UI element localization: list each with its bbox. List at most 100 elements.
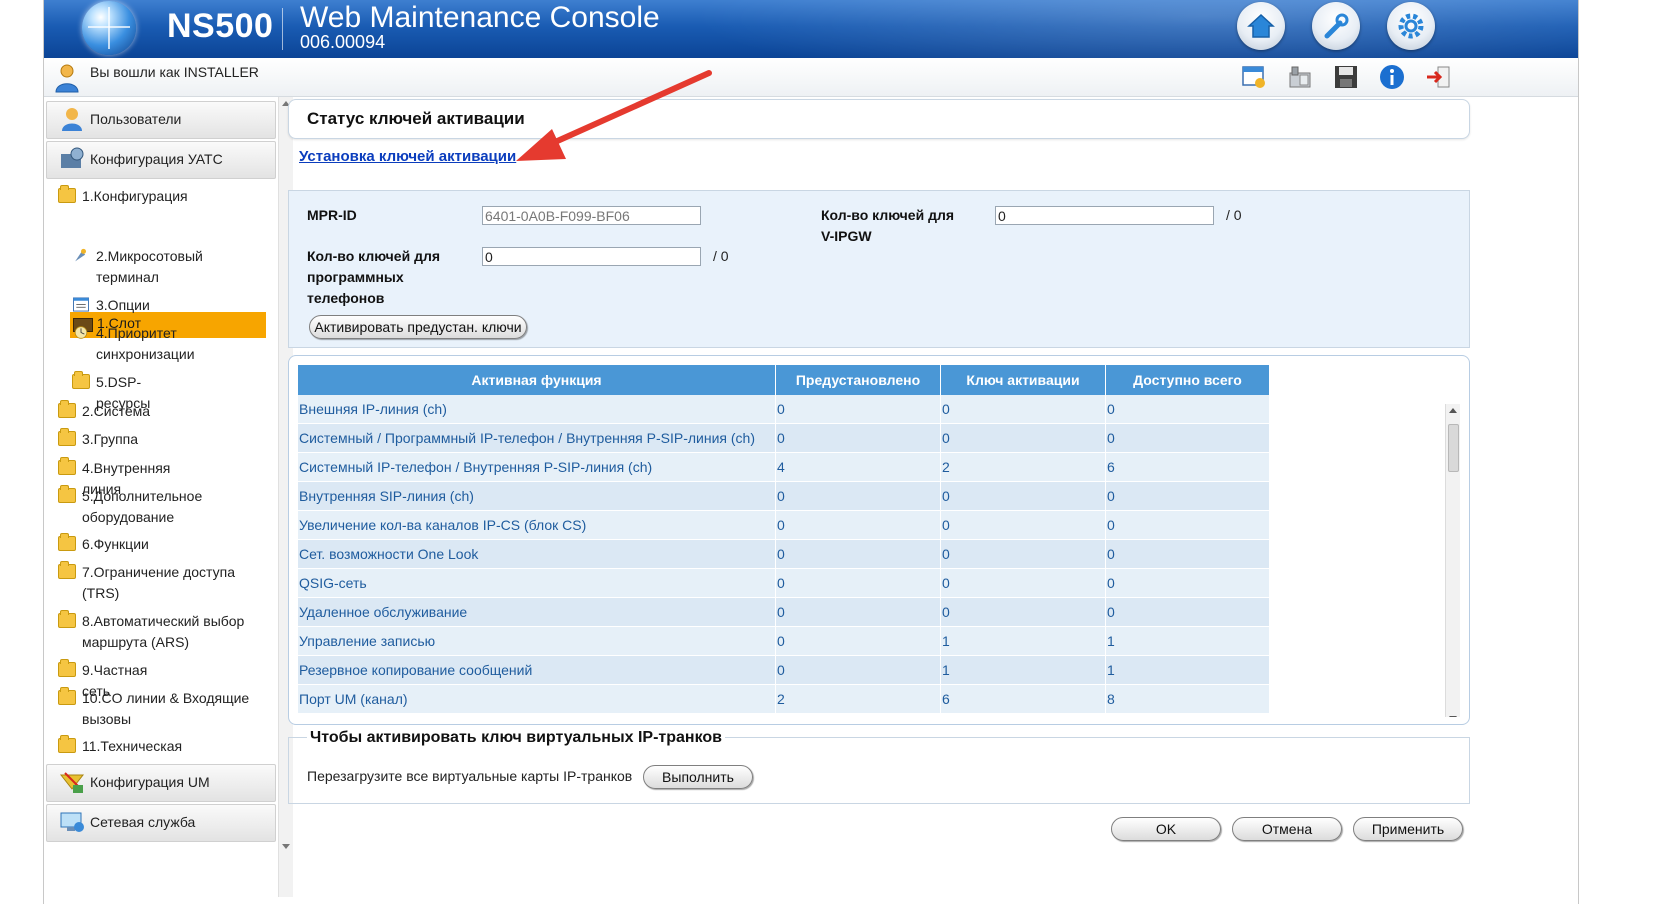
folder-icon	[58, 735, 76, 753]
feature-name-cell: Системный / Программный IP-телефон / Вну…	[298, 423, 776, 453]
activation-info-panel: MPR-ID Кол-во ключей для V-IPGW / 0 Кол-…	[288, 190, 1470, 348]
sidebar-item-label: Пользователи	[90, 111, 182, 127]
table-row[interactable]: Сет. возможности One Look 0 0 0	[298, 539, 1270, 569]
tree-label: 8.Автоматический выбор маршрута (ARS)	[82, 613, 245, 650]
logout-icon[interactable]	[1423, 62, 1453, 92]
value-cell: 0	[940, 568, 1106, 598]
calendar-icon[interactable]	[1239, 62, 1269, 92]
apply-button[interactable]: Применить	[1353, 817, 1463, 841]
table-row[interactable]: Удаленное обслуживание 0 0 0	[298, 597, 1270, 627]
table-row[interactable]: Порт UM (канал) 2 6 8	[298, 684, 1270, 714]
gear-icon[interactable]	[1387, 2, 1435, 50]
network-service-icon	[60, 812, 84, 832]
user-bar: Вы вошли как INSTALLER	[44, 58, 1578, 97]
install-activation-keys-link[interactable]: Установка ключей активации	[299, 148, 516, 165]
value-cell: 0	[775, 539, 941, 569]
table-row[interactable]: Внутренняя SIP-линия (ch) 0 0 0	[298, 481, 1270, 511]
annotation-arrow-icon	[516, 70, 712, 161]
table-row[interactable]: QSIG-сеть 0 0 0	[298, 568, 1270, 598]
save-icon[interactable]	[1331, 62, 1361, 92]
cell-terminal-icon	[75, 248, 86, 262]
value-cell: 0	[940, 481, 1106, 511]
table-row[interactable]: Увеличение кол-ва каналов IP-CS (блок CS…	[298, 510, 1270, 540]
model-name: NS500	[167, 7, 274, 45]
folder-icon	[58, 561, 76, 579]
cancel-button[interactable]: Отмена	[1232, 817, 1342, 841]
tree-label: 1.Конфигурация	[82, 188, 188, 204]
mpr-id-field[interactable]	[482, 206, 701, 225]
um-config-icon	[59, 772, 85, 793]
info-icon[interactable]	[1377, 62, 1407, 92]
table-row[interactable]: Системный IP-телефон / Внутренняя P-SIP-…	[298, 452, 1270, 482]
sidebar-item-network-service[interactable]: Сетевая служба	[46, 804, 276, 842]
user-icon	[55, 64, 79, 93]
folder-icon	[58, 400, 76, 418]
value-cell: 0	[775, 568, 941, 598]
column-header: Доступно всего	[1105, 365, 1270, 395]
soft-phone-suffix: / 0	[713, 248, 729, 264]
sidebar-item-pbx-config[interactable]: Конфигурация УАТС	[46, 141, 276, 179]
folder-icon	[58, 533, 76, 551]
soft-phone-keys-field[interactable]	[482, 247, 701, 266]
sidebar-item-label: Конфигурация UM	[90, 774, 210, 790]
value-cell: 1	[940, 655, 1106, 685]
table-row[interactable]: Управление записью 0 1 1	[298, 626, 1270, 656]
value-cell: 0	[940, 510, 1106, 540]
feature-name-cell: Увеличение кол-ва каналов IP-CS (блок CS…	[298, 510, 776, 540]
sync-icon	[74, 326, 88, 339]
table-row[interactable]: Внешняя IP-линия (ch) 0 0 0	[298, 395, 1270, 424]
vipgw-suffix: / 0	[1226, 207, 1242, 223]
tree-label: 3.Опции	[96, 297, 150, 313]
app-version: 006.00094	[300, 32, 386, 52]
activate-preinstalled-keys-button[interactable]: Активировать предустан. ключи	[309, 315, 527, 339]
column-header: Ключ активации	[940, 365, 1106, 395]
virtual-ip-trunk-text: Перезагрузите все виртуальные карты IP-т…	[307, 768, 633, 784]
table-row[interactable]: Резервное копирование сообщений 0 1 1	[298, 655, 1270, 685]
feature-name-cell: Сет. возможности One Look	[298, 539, 776, 569]
folder-icon	[58, 610, 76, 628]
table-scrollbar[interactable]	[1445, 404, 1460, 717]
phone-icon[interactable]	[1285, 62, 1315, 92]
vipgw-keys-field[interactable]	[995, 206, 1214, 225]
execute-button[interactable]: Выполнить	[643, 765, 753, 789]
wrench-icon[interactable]	[1312, 2, 1360, 50]
folder-icon	[58, 457, 76, 475]
feature-name-cell: Порт UM (канал)	[298, 684, 776, 714]
login-status: Вы вошли как INSTALLER	[90, 64, 259, 80]
mpr-id-label: MPR-ID	[307, 207, 357, 223]
feature-name-cell: QSIG-сеть	[298, 568, 776, 598]
header-banner: NS500 Web Maintenance Console 006.00094	[44, 0, 1578, 58]
tree-label: 6.Функции	[82, 536, 149, 552]
feature-name-cell: Резервное копирование сообщений	[298, 655, 776, 685]
tree-label: 10.CO линии & Входящие вызовы	[82, 690, 250, 727]
page-title: Статус ключей активации	[307, 109, 525, 128]
value-cell: 0	[1105, 510, 1270, 540]
virtual-ip-trunk-panel: Чтобы активировать ключ виртуальных IP-т…	[288, 729, 1470, 804]
pbx-config-icon	[61, 147, 84, 168]
home-icon[interactable]	[1237, 2, 1285, 50]
value-cell: 0	[940, 423, 1106, 453]
options-icon	[73, 297, 89, 312]
value-cell: 0	[940, 597, 1106, 627]
sidebar-item-label: Сетевая служба	[90, 814, 196, 830]
value-cell: 8	[1105, 684, 1270, 714]
folder-icon	[58, 485, 76, 503]
value-cell: 0	[775, 626, 941, 656]
folder-icon	[58, 659, 76, 677]
ok-button[interactable]: OK	[1111, 817, 1221, 841]
value-cell: 0	[1105, 597, 1270, 627]
value-cell: 1	[1105, 626, 1270, 656]
table-row[interactable]: Системный / Программный IP-телефон / Вну…	[298, 423, 1270, 453]
vipgw-label: Кол-во ключей для V-IPGW	[821, 207, 955, 244]
globe-logo-icon	[82, 1, 136, 55]
value-cell: 2	[940, 452, 1106, 482]
tree-label: 4.Приоритет синхронизации	[96, 325, 195, 362]
value-cell: 0	[775, 597, 941, 627]
sidebar-item-users[interactable]: Пользователи	[46, 101, 276, 139]
folder-icon	[58, 428, 76, 446]
sidebar: Пользователи Конфигурация УАТС 1.Конфигу…	[44, 97, 276, 904]
app-window: NS500 Web Maintenance Console 006.00094 …	[43, 0, 1579, 904]
activation-table: Активная функция Предустановлено Ключ ак…	[298, 365, 1270, 714]
sidebar-item-um-config[interactable]: Конфигурация UM	[46, 764, 276, 802]
value-cell: 0	[775, 655, 941, 685]
